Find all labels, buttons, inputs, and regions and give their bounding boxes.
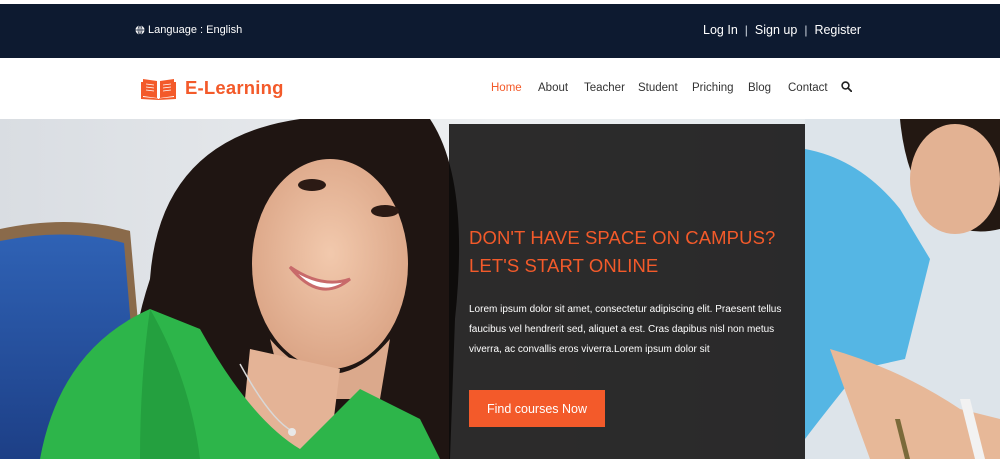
hero-overlay-panel: DON'T HAVE SPACE ON CAMPUS? LET'S START … [449, 124, 805, 459]
hero-section: DON'T HAVE SPACE ON CAMPUS? LET'S START … [0, 119, 1000, 459]
nav-contact[interactable]: Contact [788, 82, 828, 94]
nav-teacher[interactable]: Teacher [584, 82, 625, 94]
signup-link[interactable]: Sign up [755, 23, 797, 37]
nav-student[interactable]: Student [638, 82, 678, 94]
divider: | [744, 23, 748, 37]
divider: | [804, 23, 808, 37]
login-link[interactable]: Log In [703, 23, 738, 37]
language-selector[interactable]: Language : English [135, 24, 242, 36]
top-bar: Language : English Log In | Sign up | Re… [0, 4, 1000, 58]
nav-blog[interactable]: Blog [748, 82, 771, 94]
globe-icon [135, 25, 145, 35]
nav-about[interactable]: About [538, 82, 568, 94]
find-courses-button[interactable]: Find courses Now [469, 390, 605, 427]
register-link[interactable]: Register [814, 23, 861, 37]
hero-headline-line-2: LET'S START ONLINE [469, 255, 659, 276]
nav-priching[interactable]: Priching [692, 82, 734, 94]
hero-description: Lorem ipsum dolor sit amet, consectetur … [469, 304, 782, 355]
hero-headline-line-1: DON'T HAVE SPACE ON CAMPUS? [469, 227, 776, 248]
nav-home[interactable]: Home [491, 82, 522, 94]
language-label: Language : English [148, 24, 243, 36]
auth-links: Log In | Sign up | Register [703, 23, 861, 37]
search-icon[interactable] [841, 81, 852, 92]
hero-headline: DON'T HAVE SPACE ON CAMPUS? LET'S START … [469, 224, 799, 280]
